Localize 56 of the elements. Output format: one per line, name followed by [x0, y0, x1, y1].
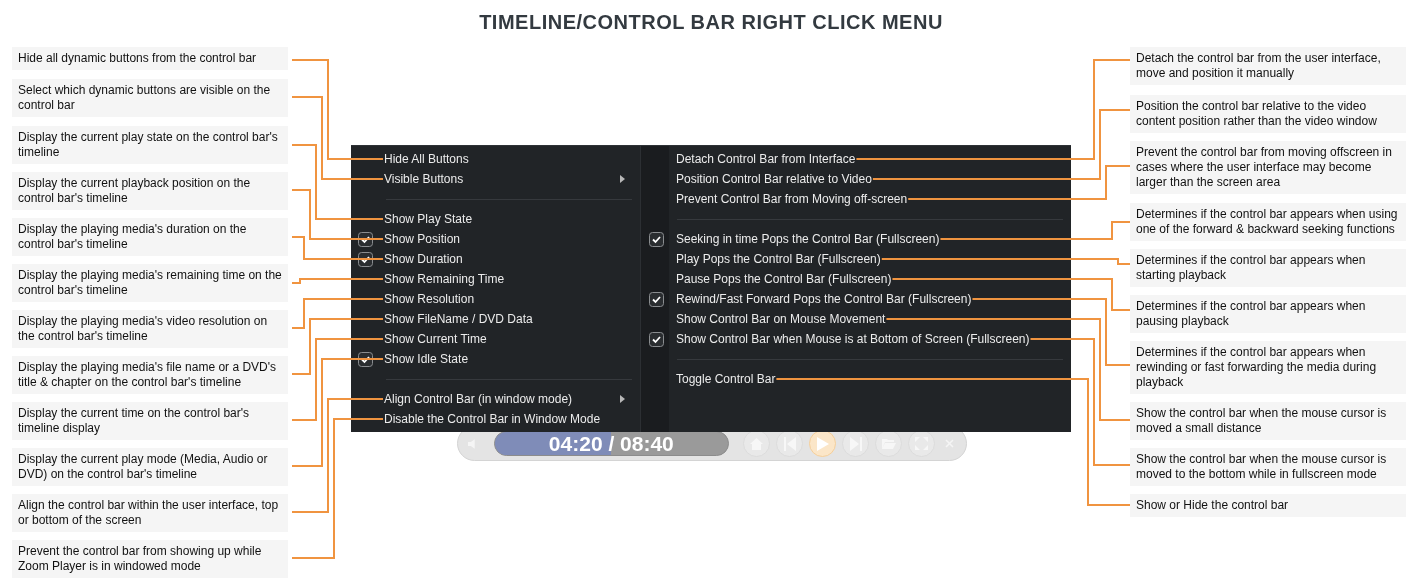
menu-item[interactable]: Show Position — [351, 229, 640, 249]
menu-item[interactable]: Position Control Bar relative to Video — [641, 169, 1071, 189]
menu-item[interactable]: Pause Pops the Control Bar (Fullscreen) — [641, 269, 1071, 289]
next-button[interactable] — [842, 430, 869, 457]
menu-item[interactable]: Show Remaining Time — [351, 269, 640, 289]
checkbox[interactable] — [649, 231, 664, 247]
diagram-title: TIMELINE/CONTROL BAR RIGHT CLICK MENU — [479, 10, 943, 35]
menu-item[interactable]: Prevent Control Bar from Moving off-screen — [641, 189, 1071, 209]
annotation: Display the playing media's video resolution on the control bar's timeline — [12, 310, 288, 348]
annotation: Display the current time on the control bar's timeline display — [12, 402, 288, 440]
menu-item[interactable]: Toggle Control Bar — [641, 369, 1071, 389]
annotation: Hide all dynamic buttons from the control bar — [12, 47, 288, 70]
annotation: Show the control bar when the mouse cursor is moved a small distance — [1130, 402, 1406, 440]
menu-item[interactable]: Show Current Time — [351, 329, 640, 349]
annotation: Determines if the control bar appears when using one of the forward & backward seeking functions — [1130, 203, 1406, 241]
annotation: Display the current playback position on the control bar's timeline — [12, 172, 288, 210]
menu-item[interactable]: Hide All Buttons — [351, 149, 640, 169]
annotation: Show or Hide the control bar — [1130, 494, 1406, 517]
annotation: Display the playing media's file name or a DVD's title & chapter on the control bar's timeline — [12, 356, 288, 394]
menu-item[interactable]: Show Resolution — [351, 289, 640, 309]
annotation: Display the current play state on the control bar's timeline — [12, 126, 288, 164]
annotation: Prevent the control bar from moving offscreen in cases where the user interface may become larger than the screen area — [1130, 141, 1406, 194]
annotation: Align the control bar within the user interface, top or bottom of the screen — [12, 494, 288, 532]
annotation: Prevent the control bar from showing up while Zoom Player is in windowed mode — [12, 540, 288, 578]
play-icon — [816, 436, 829, 451]
play-button[interactable] — [809, 430, 836, 457]
checkbox[interactable] — [649, 331, 664, 347]
menu-item[interactable]: Seeking in time Pops the Control Bar (Fullscreen) — [641, 229, 1071, 249]
annotation: Display the current play mode (Media, Audio or DVD) on the control bar's timeline — [12, 448, 288, 486]
checkbox[interactable] — [649, 291, 664, 307]
menu-item[interactable]: Align Control Bar (in window mode) — [351, 389, 640, 409]
annotation: Select which dynamic buttons are visible on the control bar — [12, 79, 288, 117]
open-folder-button[interactable] — [875, 430, 902, 457]
menu-item[interactable]: Show Idle State — [351, 349, 640, 369]
menu-item[interactable]: Show Play State — [351, 209, 640, 229]
fullscreen-button[interactable] — [908, 430, 935, 457]
annotation: Position the control bar relative to the video content position rather than the video window — [1130, 95, 1406, 133]
menu-item[interactable]: Show Control Bar on Mouse Movement — [641, 309, 1071, 329]
menu-item[interactable]: Show FileName / DVD Data — [351, 309, 640, 329]
annotation: Determines if the control bar appears when rewinding or fast forwarding the media during playback — [1130, 341, 1406, 394]
menu-item[interactable]: Show Duration — [351, 249, 640, 269]
annotation: Display the playing media's remaining time on the control bar's timeline — [12, 264, 288, 302]
annotation: Display the playing media's duration on the control bar's timeline — [12, 218, 288, 256]
home-button[interactable] — [743, 430, 770, 457]
menu-item[interactable]: Visible Buttons — [351, 169, 640, 189]
menu-item[interactable]: Disable the Control Bar in Window Mode — [351, 409, 640, 429]
annotation: Determines if the control bar appears when pausing playback — [1130, 295, 1406, 333]
menu-item[interactable]: Rewind/Fast Forward Pops the Control Bar (Fullscreen) — [641, 289, 1071, 309]
annotation: Show the control bar when the mouse cursor is moved to the bottom while in fullscreen mode — [1130, 448, 1406, 486]
menu-item[interactable]: Show Control Bar when Mouse is at Bottom of Screen (Fullscreen) — [641, 329, 1071, 349]
time-display: 04:20 / 08:40 — [548, 432, 674, 455]
menu-item[interactable]: Detach Control Bar from Interface — [641, 149, 1071, 169]
annotation: Detach the control bar from the user interface, move and position it manually — [1130, 47, 1406, 85]
annotation: Determines if the control bar appears when starting playback — [1130, 249, 1406, 287]
previous-button[interactable] — [776, 430, 803, 457]
menu-item[interactable]: Play Pops the Control Bar (Fullscreen) — [641, 249, 1071, 269]
